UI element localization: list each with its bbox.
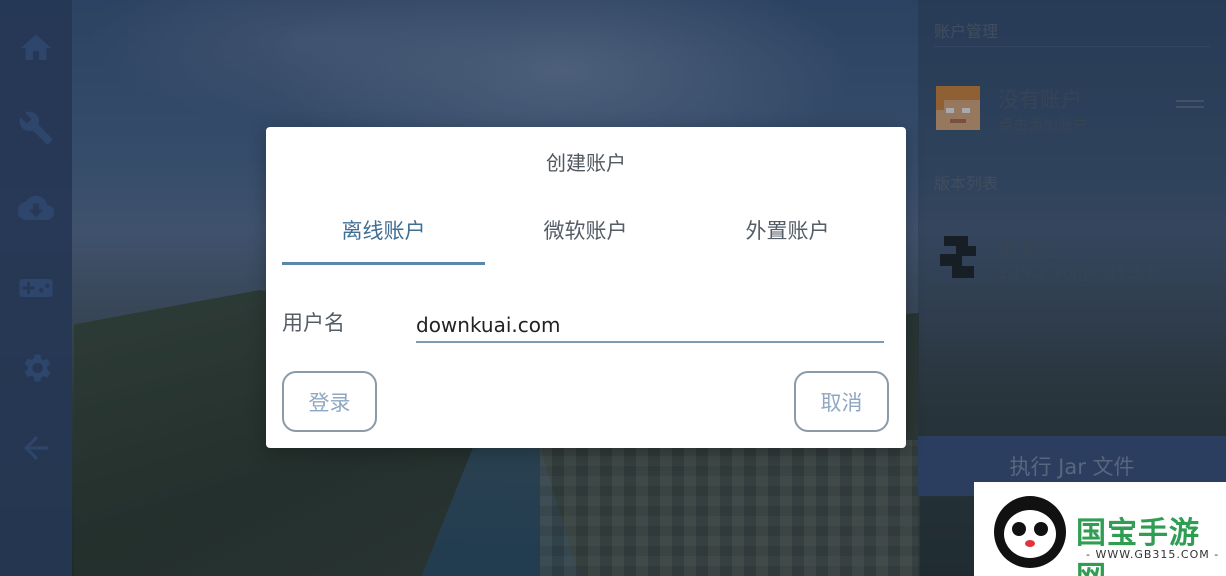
active-tab-indicator xyxy=(282,262,485,265)
watermark: 国宝手游网 - WWW.GB315.COM - xyxy=(974,482,1226,576)
tab-microsoft-account[interactable]: 微软账户 xyxy=(484,215,687,245)
watermark-title: 国宝手游网 xyxy=(1076,516,1200,576)
login-button[interactable]: 登录 xyxy=(282,371,377,432)
panda-logo xyxy=(994,496,1066,568)
username-input[interactable] xyxy=(416,303,884,343)
watermark-url: - WWW.GB315.COM - xyxy=(1086,548,1220,561)
input-underline xyxy=(416,341,884,343)
tab-external-account[interactable]: 外置账户 xyxy=(686,215,889,245)
username-label: 用户名 xyxy=(282,311,345,335)
dialog-title: 创建账户 xyxy=(546,151,626,175)
tab-offline-account[interactable]: 离线账户 xyxy=(282,215,485,245)
create-account-dialog: 创建账户 离线账户 微软账户 外置账户 用户名 登录 取消 xyxy=(266,127,906,448)
cancel-button[interactable]: 取消 xyxy=(794,371,889,432)
